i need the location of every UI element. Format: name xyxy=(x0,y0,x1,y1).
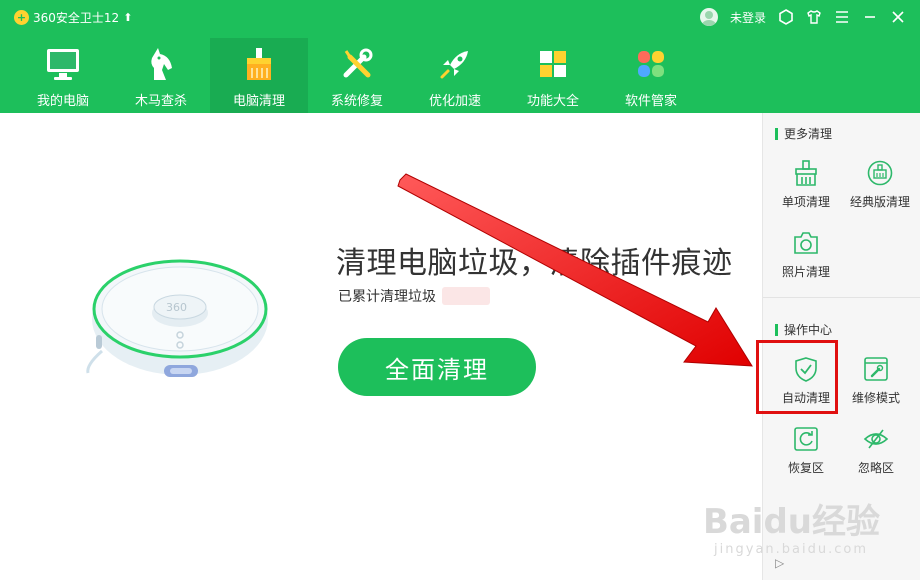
brush-icon xyxy=(792,159,820,187)
tool-restore-area[interactable]: 恢复区 xyxy=(769,425,843,476)
app-title-bar: + 360安全卫士12 ⬆ xyxy=(14,9,132,26)
tool-label: 忽略区 xyxy=(857,461,894,475)
svg-text:360: 360 xyxy=(166,301,187,314)
rocket-icon xyxy=(437,46,473,82)
tool-label: 单项清理 xyxy=(781,195,830,209)
minimize-icon[interactable] xyxy=(862,9,878,25)
app-logo-icon: + xyxy=(14,10,29,25)
login-label[interactable]: 未登录 xyxy=(730,9,766,26)
operation-center-title: 操作中心 xyxy=(775,321,832,338)
nav-label: 软件管家 xyxy=(624,94,677,109)
nav-system-repair[interactable]: 系统修复 xyxy=(308,38,406,113)
nav-all-functions[interactable]: 功能大全 xyxy=(504,38,602,113)
tool-label: 经典版清理 xyxy=(849,195,910,209)
nav-label: 优化加速 xyxy=(428,94,481,109)
window-controls: 未登录 xyxy=(699,8,906,26)
nav-label: 电脑清理 xyxy=(232,94,285,109)
nav-pc-clean[interactable]: 电脑清理 xyxy=(210,38,308,113)
tool-ignore-area[interactable]: 忽略区 xyxy=(839,425,913,476)
tool-label: 照片清理 xyxy=(781,265,830,279)
tool-label: 恢复区 xyxy=(787,461,824,475)
watermark-url: jingyan.baidu.com xyxy=(714,542,868,557)
full-clean-button[interactable]: 全面清理 xyxy=(338,338,536,396)
settings-hex-icon[interactable] xyxy=(778,9,794,25)
more-clean-title: 更多清理 xyxy=(775,125,832,142)
panel-divider xyxy=(763,297,920,298)
nav-optimize[interactable]: 优化加速 xyxy=(406,38,504,113)
nav-software-manager[interactable]: 软件管家 xyxy=(602,38,700,113)
watermark-brand: Baidu经验 xyxy=(702,502,880,542)
nav-label: 我的电脑 xyxy=(36,94,89,109)
tool-photo-clean[interactable]: 照片清理 xyxy=(769,229,843,280)
chevron-right-icon[interactable]: ▷ xyxy=(775,556,784,570)
restore-icon xyxy=(792,425,820,453)
menu-icon[interactable] xyxy=(834,9,850,25)
avatar[interactable] xyxy=(699,8,718,26)
robot-vacuum-illustration: 360 xyxy=(80,255,280,395)
eye-slash-icon xyxy=(862,425,890,453)
software-flower-icon xyxy=(633,46,669,82)
repair-window-icon xyxy=(862,355,890,383)
cleaned-stat-value-redacted xyxy=(442,287,490,305)
page-headline: 清理电脑垃圾，清除插件痕迹 xyxy=(336,246,733,281)
grid-apps-icon xyxy=(535,46,571,82)
tool-single-clean[interactable]: 单项清理 xyxy=(769,159,843,210)
monitor-icon xyxy=(45,46,81,82)
auto-clean-highlight-box xyxy=(756,340,838,414)
arrow-up-icon[interactable]: ⬆ xyxy=(123,11,132,24)
nav-label: 木马查杀 xyxy=(134,94,187,109)
nav-trojan-scan[interactable]: 木马查杀 xyxy=(112,38,210,113)
main-nav: 我的电脑 木马查杀 电脑清理 系统修复 优化加速 功能大全 软件管家 xyxy=(14,38,700,113)
skin-shirt-icon[interactable] xyxy=(806,9,822,25)
close-icon[interactable] xyxy=(890,9,906,25)
app-title: 360安全卫士12 xyxy=(33,11,120,25)
tool-label: 维修模式 xyxy=(851,391,900,405)
nav-label: 系统修复 xyxy=(330,94,383,109)
tool-repair-mode[interactable]: 维修模式 xyxy=(839,355,913,406)
top-header: + 360安全卫士12 ⬆ 未登录 我的电脑 木马查杀 电脑清理 系统修复 优化… xyxy=(0,0,920,113)
nav-my-computer[interactable]: 我的电脑 xyxy=(14,38,112,113)
nav-label: 功能大全 xyxy=(526,94,579,109)
horse-icon xyxy=(143,46,179,82)
wrench-screwdriver-icon xyxy=(339,46,375,82)
broom-circle-icon xyxy=(866,159,894,187)
broom-icon xyxy=(241,46,277,82)
cleaned-stat-label: 已累计清理垃圾 xyxy=(338,289,436,305)
cleaned-stat: 已累计清理垃圾 xyxy=(338,286,490,306)
tool-classic-clean[interactable]: 经典版清理 xyxy=(843,159,917,210)
camera-icon xyxy=(792,229,820,257)
